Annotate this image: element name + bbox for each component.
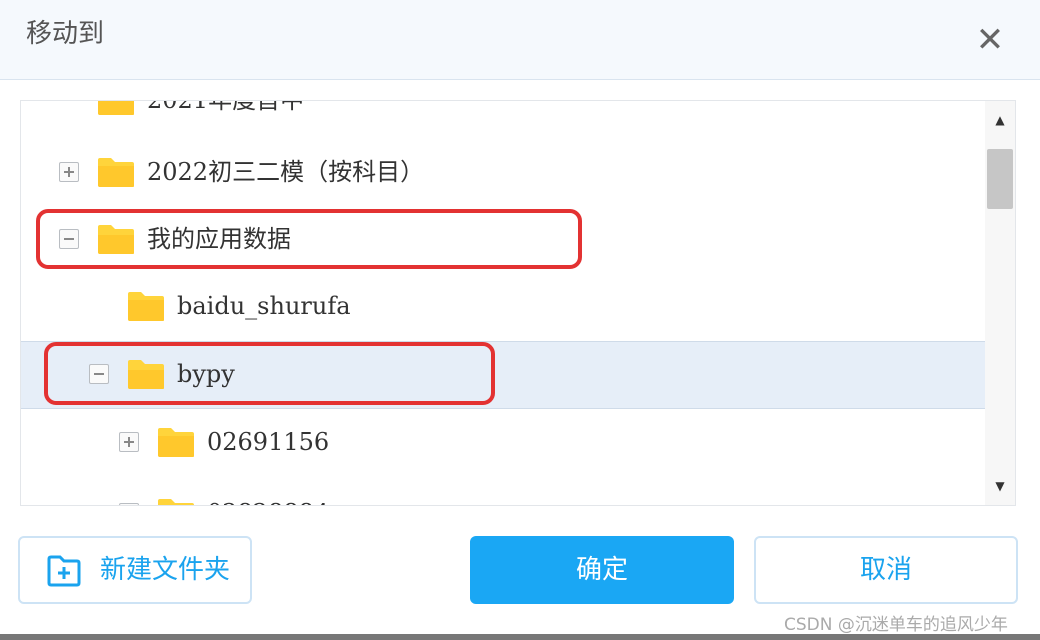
tree-label: baidu_shurufa [177, 292, 351, 320]
tree-row[interactable]: baidu_shurufa [21, 274, 985, 340]
expand-icon[interactable] [59, 162, 79, 182]
window-bottom-edge [0, 634, 1040, 640]
tree-label: 2021年度首中 [147, 100, 305, 114]
new-folder-button[interactable]: 新建文件夹 [18, 536, 252, 604]
watermark: CSDN @沉迷单车的追风少年 [784, 615, 1008, 635]
highlight-box [44, 342, 495, 405]
tree-label: 02691156 [207, 428, 330, 456]
tree-row[interactable]: 02691156 [21, 410, 985, 476]
tree-label: 02828884 [207, 497, 329, 505]
confirm-button[interactable]: 确定 [470, 536, 734, 604]
expand-icon[interactable] [119, 503, 139, 505]
close-icon[interactable]: ✕ [972, 22, 1008, 58]
tree-label: 2022初三二模（按科目） [147, 158, 425, 186]
move-to-dialog: 移动到 ✕ 2021年度首中 2022初三二模（按科目） 我的应用数据 baid… [0, 0, 1040, 640]
tree-row[interactable]: 2022初三二模（按科目） [21, 140, 985, 206]
scroll-thumb[interactable] [987, 149, 1013, 209]
scroll-down-arrow-icon[interactable]: ▼ [985, 471, 1015, 501]
dialog-header: 移动到 ✕ [0, 0, 1040, 80]
tree-row[interactable]: 2021年度首中 [21, 100, 985, 134]
folder-icon [128, 292, 164, 321]
folder-icon [158, 499, 194, 505]
scroll-up-arrow-icon[interactable]: ▲ [985, 105, 1015, 135]
new-folder-label: 新建文件夹 [100, 555, 231, 585]
cancel-button[interactable]: 取消 [754, 536, 1018, 604]
folder-icon [158, 428, 194, 457]
expand-icon[interactable] [119, 432, 139, 452]
folder-icon [98, 101, 134, 115]
folder-icon [98, 158, 134, 187]
dialog-title: 移动到 [26, 19, 105, 49]
highlight-box [36, 209, 582, 269]
tree-row[interactable]: 02828884 [21, 481, 985, 505]
folder-tree[interactable]: 2021年度首中 2022初三二模（按科目） 我的应用数据 baidu_shur… [20, 100, 1016, 506]
scrollbar[interactable]: ▲ ▼ [985, 101, 1015, 505]
new-folder-icon [47, 555, 81, 587]
